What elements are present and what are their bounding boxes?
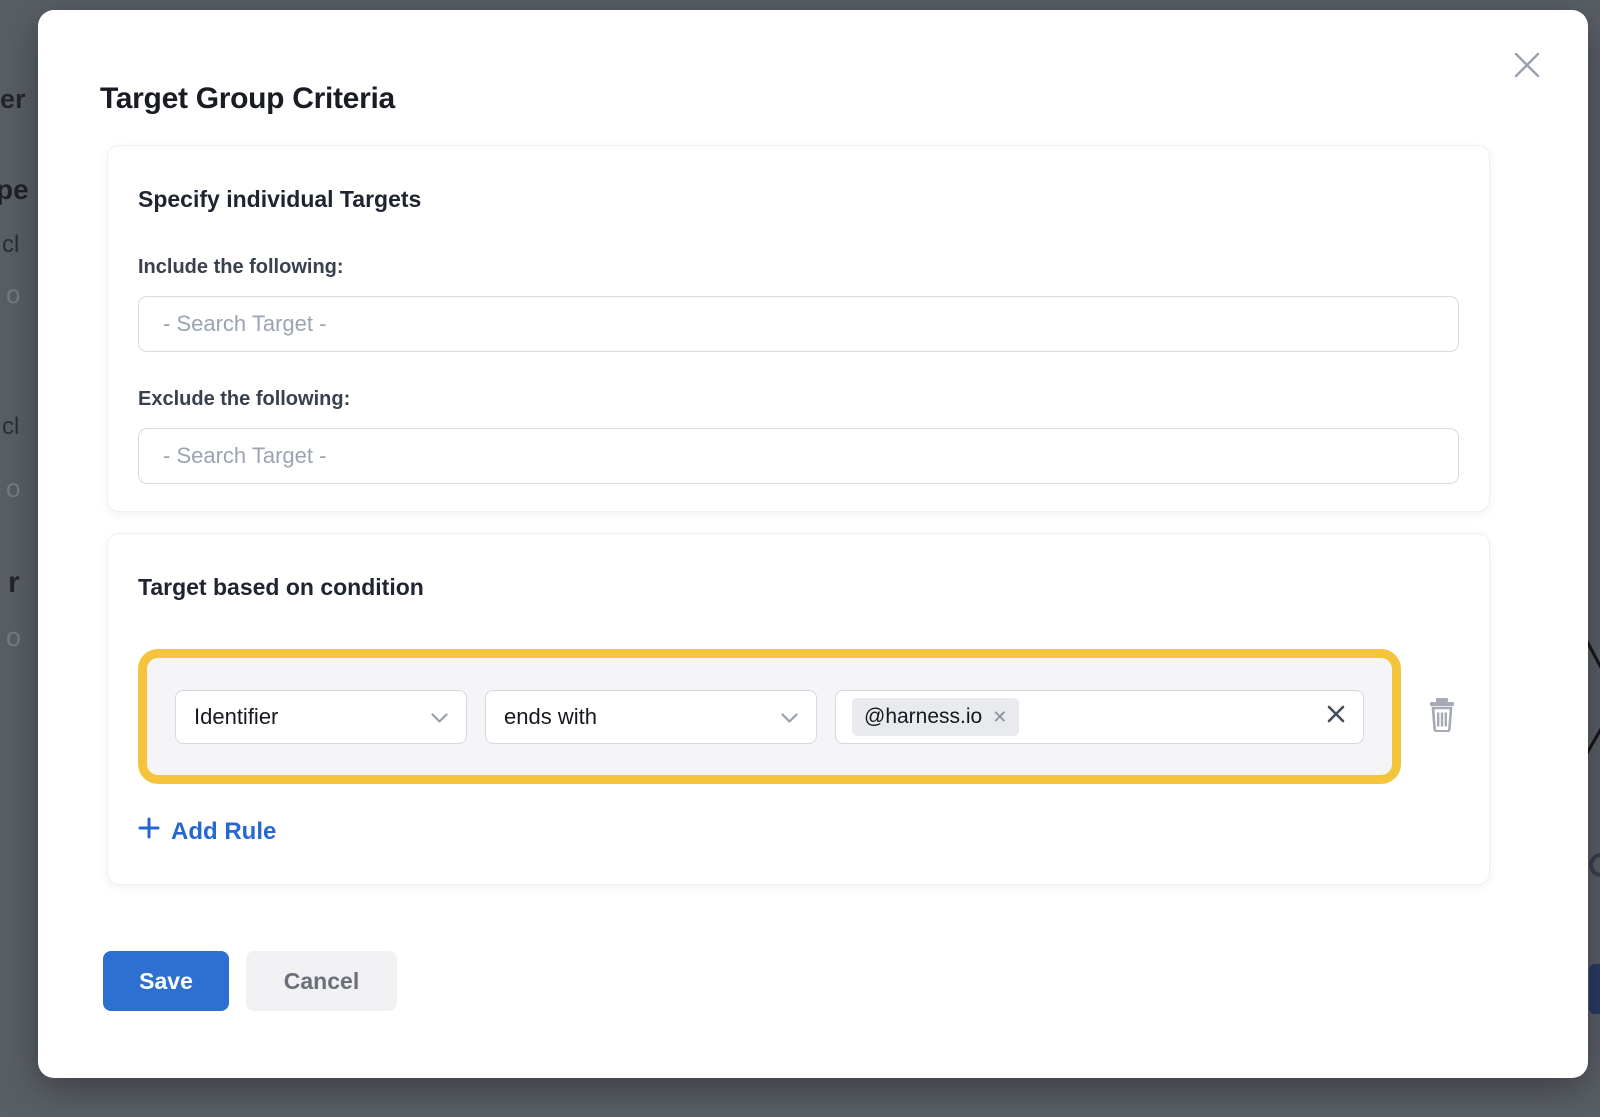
- bg-text-fragment: r: [8, 566, 20, 600]
- delete-rule-button[interactable]: [1425, 697, 1459, 737]
- condition-card: Target based on condition Identifier end…: [107, 533, 1490, 885]
- add-rule-button[interactable]: Add Rule: [138, 817, 276, 846]
- operator-dropdown[interactable]: ends with: [485, 690, 817, 744]
- include-target-search-input[interactable]: [138, 296, 1459, 352]
- bg-circle-decoration: [1589, 853, 1600, 877]
- values-tag-input[interactable]: @harness.io ✕: [835, 690, 1364, 744]
- bg-text-fragment: cl: [2, 413, 19, 441]
- individual-targets-card: Specify individual Targets Include the f…: [107, 145, 1490, 512]
- target-group-criteria-modal: Target Group Criteria Specify individual…: [38, 10, 1588, 1078]
- dimmed-background-right: [1587, 0, 1600, 1117]
- plus-icon: [138, 817, 160, 846]
- individual-targets-heading: Specify individual Targets: [138, 186, 1459, 213]
- close-icon: [1512, 50, 1542, 85]
- attribute-dropdown-value: Identifier: [194, 704, 278, 730]
- clear-icon: [1325, 703, 1347, 730]
- modal-footer: Save Cancel: [103, 951, 397, 1011]
- value-chip-label: @harness.io: [864, 705, 982, 729]
- value-chip: @harness.io ✕: [852, 698, 1019, 736]
- dimmed-background-left: er pe cl o cl o r o: [0, 0, 38, 1117]
- include-label: Include the following:: [138, 256, 1459, 279]
- trash-icon: [1426, 696, 1458, 737]
- condition-heading: Target based on condition: [138, 574, 1459, 601]
- chevron-down-icon: [431, 704, 448, 730]
- cancel-button[interactable]: Cancel: [246, 951, 397, 1011]
- bg-text-fragment: o: [6, 279, 20, 310]
- attribute-dropdown[interactable]: Identifier: [175, 690, 467, 744]
- bg-text-fragment: o: [6, 622, 21, 653]
- exclude-label: Exclude the following:: [138, 388, 1459, 411]
- bg-text-fragment: pe: [0, 174, 29, 206]
- close-button[interactable]: [1510, 50, 1544, 84]
- remove-chip-icon[interactable]: ✕: [992, 708, 1007, 726]
- bg-button-edge-decoration: [1589, 964, 1600, 1014]
- add-rule-label: Add Rule: [171, 818, 276, 846]
- rule-line: Identifier ends with: [138, 649, 1459, 784]
- exclude-target-search-input[interactable]: [138, 428, 1459, 484]
- bg-text-fragment: cl: [2, 231, 19, 259]
- bg-text-fragment: er: [0, 84, 26, 115]
- modal-title: Target Group Criteria: [100, 82, 395, 116]
- bg-line-decoration: [1587, 640, 1600, 682]
- clear-values-button[interactable]: [1325, 703, 1347, 730]
- bg-text-fragment: o: [6, 473, 20, 504]
- chevron-down-icon: [781, 704, 798, 730]
- save-button[interactable]: Save: [103, 951, 229, 1011]
- operator-dropdown-value: ends with: [504, 704, 597, 730]
- condition-rule-row: Identifier ends with: [138, 649, 1401, 784]
- bg-line-decoration: [1587, 714, 1600, 755]
